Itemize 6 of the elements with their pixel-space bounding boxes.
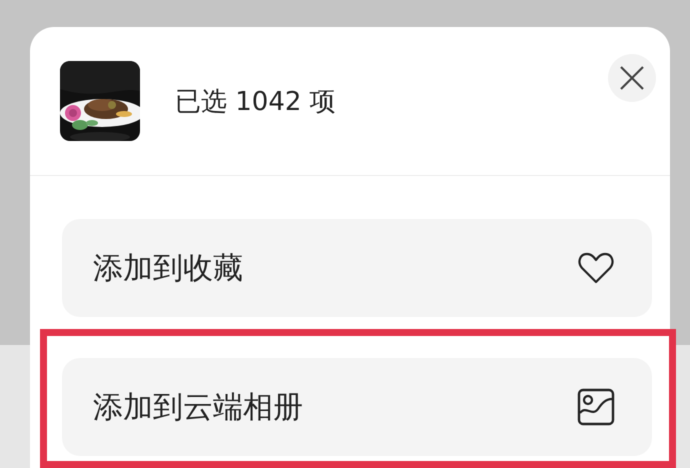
menu-item[interactable]: 添加到云端相册 bbox=[62, 358, 652, 456]
image-icon bbox=[576, 387, 616, 427]
close-icon bbox=[619, 65, 645, 91]
menu-item[interactable]: 添加到收藏 bbox=[62, 219, 652, 317]
close-button[interactable] bbox=[608, 54, 656, 102]
selection-count: 已选 1042 项 bbox=[175, 86, 336, 118]
